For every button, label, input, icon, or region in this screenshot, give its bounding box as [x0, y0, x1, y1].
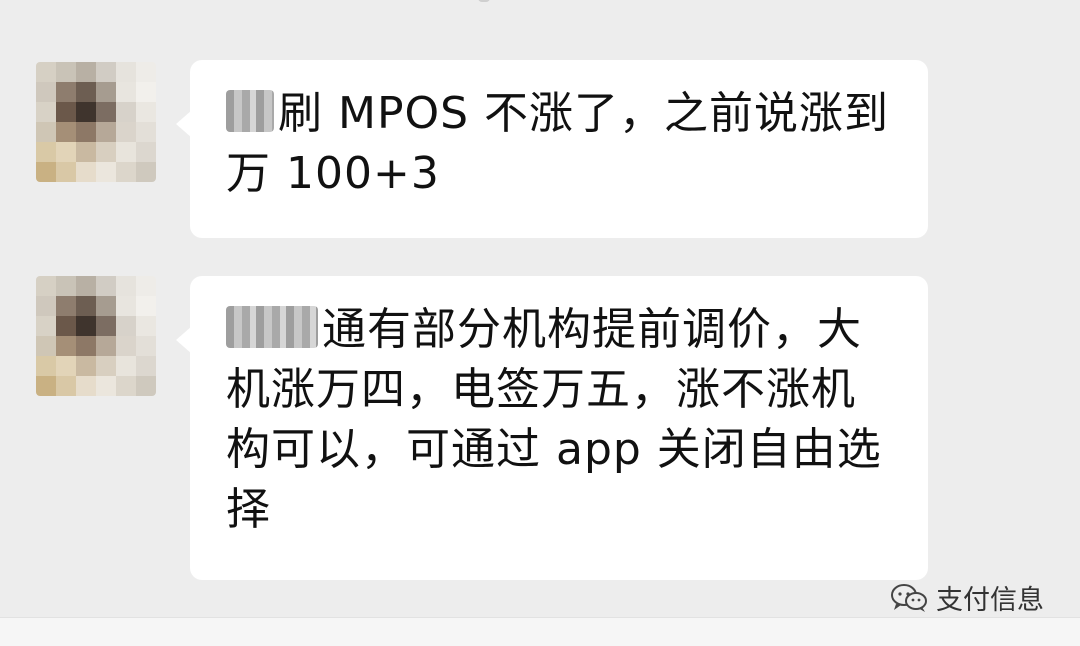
blurred-sender-name [226, 306, 318, 348]
blurred-sender-name [226, 90, 274, 132]
message-body: 通有部分机构提前调价，大机涨万四，电签万五，涨不涨机构可以，可通过 app 关闭… [226, 304, 882, 535]
chat-area: 刷 MPOS 不涨了，之前说涨到万 100+3 通有部分机构提前调价，大机涨万四… [0, 0, 1080, 617]
message-text: 通有部分机构提前调价，大机涨万四，电签万五，涨不涨机构可以，可通过 app 关闭… [226, 300, 898, 540]
message-bubble[interactable]: 刷 MPOS 不涨了，之前说涨到万 100+3 [176, 60, 928, 238]
top-indicator [478, 0, 490, 2]
watermark-label: 支付信息 [936, 585, 1044, 616]
watermark: 支付信息 [890, 578, 1044, 617]
message-bubble[interactable]: 通有部分机构提前调价，大机涨万四，电签万五，涨不涨机构可以，可通过 app 关闭… [176, 276, 928, 580]
avatar[interactable] [36, 62, 156, 182]
message-text: 刷 MPOS 不涨了，之前说涨到万 100+3 [226, 84, 898, 204]
avatar[interactable] [36, 276, 156, 396]
wechat-icon [891, 583, 927, 612]
input-bar[interactable] [0, 617, 1080, 646]
message-body: 刷 MPOS 不涨了，之前说涨到万 100+3 [226, 88, 890, 199]
